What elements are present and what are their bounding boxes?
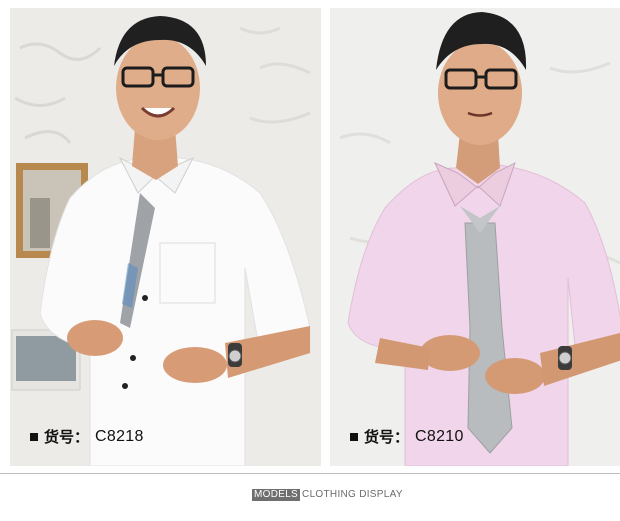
models-tag: MODELS: [252, 489, 301, 501]
sku-label: 货号：: [44, 428, 90, 446]
bullet-square-icon: [350, 432, 358, 441]
clothing-display-text: CLOTHING DISPLAY: [302, 489, 403, 500]
product-photo-pink-shirt: 货号： C8210: [330, 8, 620, 466]
model-pink-shirt-illustration: [330, 8, 620, 466]
section-divider: [0, 473, 620, 474]
sku-caption: 货号： C8210: [350, 426, 464, 447]
sku-caption: 货号： C8218: [30, 426, 144, 447]
section-label: MODELS CLOTHING DISPLAY: [252, 489, 403, 501]
bullet-square-icon: [30, 432, 38, 441]
product-photo-white-shirt: 货号： C8218: [10, 8, 321, 466]
sku-label: 货号：: [364, 428, 410, 446]
model-white-shirt-illustration: [10, 8, 321, 466]
sku-code: C8218: [95, 427, 144, 445]
sku-code: C8210: [415, 427, 464, 445]
